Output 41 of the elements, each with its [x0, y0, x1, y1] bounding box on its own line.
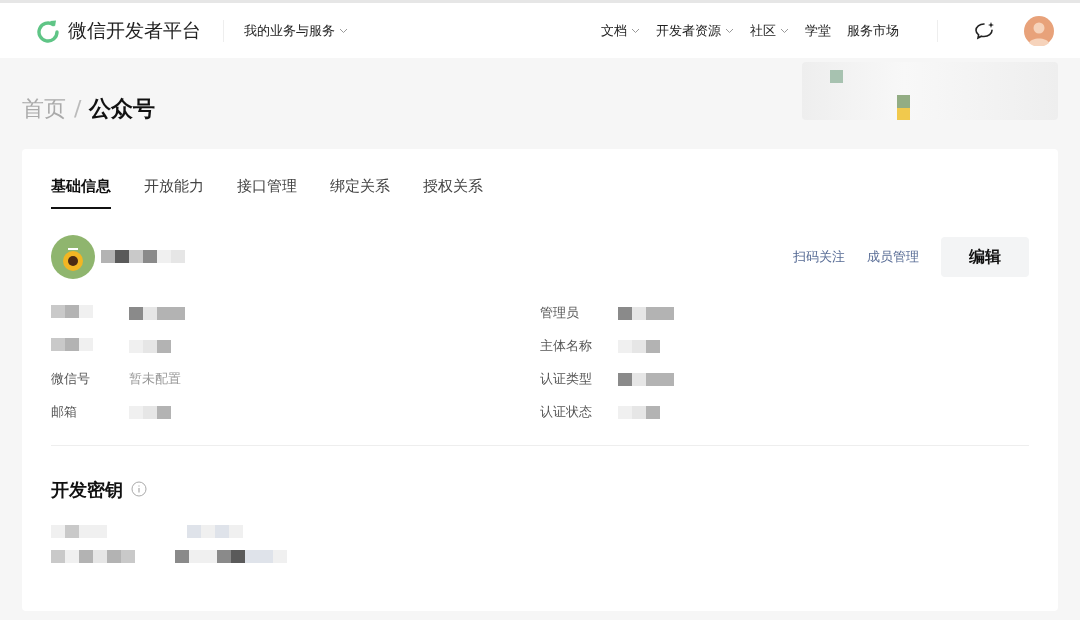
nav-link[interactable]: 文档: [601, 20, 640, 41]
logo-icon: [36, 18, 60, 43]
redacted-mosaic: [129, 405, 171, 419]
tab[interactable]: 绑定关系: [330, 175, 390, 209]
section-title: 开发密钥: [51, 477, 123, 502]
tab[interactable]: 基础信息: [51, 175, 111, 209]
field-label: 认证类型: [540, 370, 593, 389]
tab[interactable]: 开放能力: [144, 175, 204, 209]
redacted-mosaic: [618, 306, 674, 320]
avatar-icon[interactable]: [1024, 15, 1054, 46]
info-icon[interactable]: [131, 481, 147, 497]
redacted-mosaic: [51, 524, 107, 538]
redacted-mosaic: [187, 524, 243, 538]
field-label: 邮箱: [51, 403, 78, 422]
redacted-mosaic: [129, 339, 171, 353]
nav-link[interactable]: 服务市场: [847, 20, 899, 41]
redacted-mosaic: [618, 372, 674, 386]
account-link[interactable]: 成员管理: [867, 246, 919, 267]
tab[interactable]: 接口管理: [237, 175, 297, 209]
breadcrumb-separator: /: [74, 95, 82, 123]
field-label: 主体名称: [540, 337, 593, 356]
edit-button[interactable]: 编辑: [941, 236, 1029, 277]
chat-bubble-icon[interactable]: [974, 20, 996, 41]
redacted-mosaic: [129, 306, 185, 320]
services-menu[interactable]: 我的业务与服务: [244, 20, 348, 41]
account-link[interactable]: 扫码关注: [793, 246, 845, 267]
nav-link[interactable]: 社区: [750, 20, 789, 41]
field-value: 暂未配置: [129, 370, 181, 389]
redacted-mosaic: [618, 405, 660, 419]
nav-link[interactable]: 学堂: [805, 20, 831, 41]
redacted-mosaic: [51, 305, 93, 318]
redacted-mosaic: [51, 338, 93, 351]
field-label: 微信号: [51, 370, 91, 389]
field-label: 认证状态: [540, 403, 593, 422]
tab[interactable]: 授权关系: [423, 175, 483, 209]
account-avatar-icon: [51, 234, 95, 279]
page-title: 公众号: [89, 95, 156, 123]
field-label: 管理员: [540, 304, 580, 323]
brand-name: 微信开发者平台: [68, 18, 201, 44]
nav-link[interactable]: 开发者资源: [656, 20, 734, 41]
redacted-mosaic: [618, 339, 660, 353]
